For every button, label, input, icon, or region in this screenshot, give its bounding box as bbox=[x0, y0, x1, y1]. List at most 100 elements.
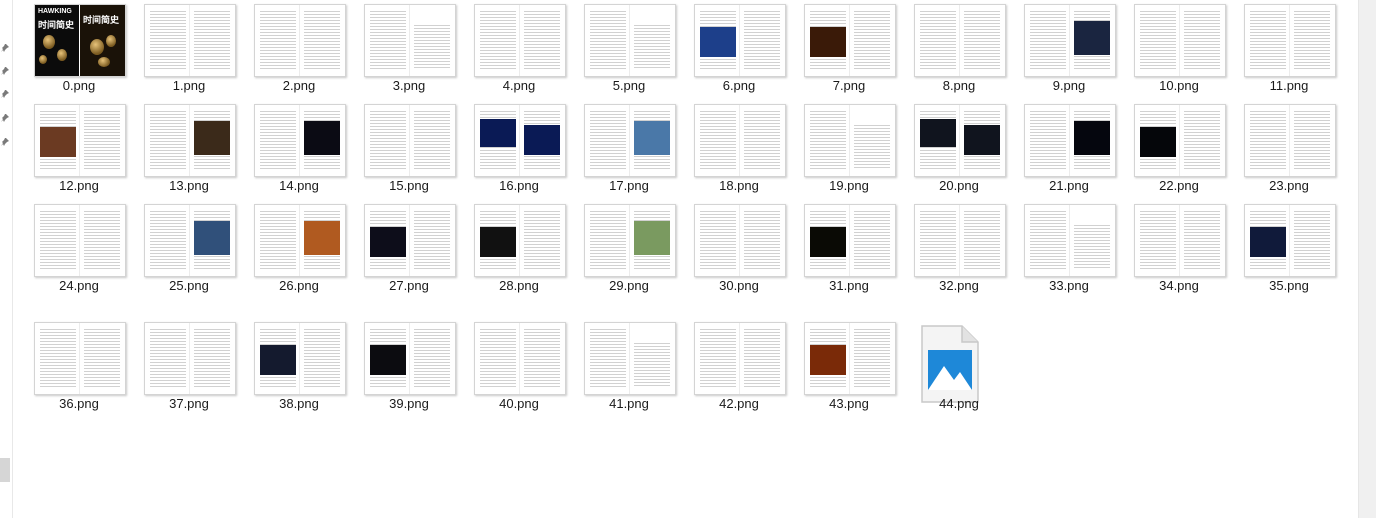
text-lines bbox=[590, 329, 626, 387]
file-item[interactable]: 5.png bbox=[562, 0, 676, 100]
file-item[interactable]: 1.png bbox=[122, 0, 236, 100]
file-item[interactable]: 43.png bbox=[782, 318, 896, 418]
left-page bbox=[260, 329, 296, 387]
file-item[interactable]: 32.png bbox=[892, 200, 1006, 300]
page-gutter bbox=[1069, 5, 1070, 76]
file-item[interactable]: 30.png bbox=[672, 200, 786, 300]
file-grid: HAWKING 时间简史 时间简史 0.png 1.png 2.png 3.png 4.png… bbox=[12, 0, 1359, 518]
file-thumbnail bbox=[34, 322, 126, 395]
file-thumbnail bbox=[254, 322, 346, 395]
file-item[interactable]: 17.png bbox=[562, 100, 676, 200]
text-lines bbox=[590, 111, 626, 169]
file-item[interactable]: 16.png bbox=[452, 100, 566, 200]
file-name-label: 1.png bbox=[172, 78, 206, 93]
file-item[interactable]: 25.png bbox=[122, 200, 236, 300]
text-lines bbox=[40, 329, 76, 387]
file-name-label: 36.png bbox=[59, 396, 99, 411]
file-name-label: 12.png bbox=[59, 178, 99, 193]
file-item[interactable]: 22.png bbox=[1112, 100, 1226, 200]
file-item[interactable]: 26.png bbox=[232, 200, 346, 300]
file-item[interactable]: 13.png bbox=[122, 100, 236, 200]
file-item[interactable]: 29.png bbox=[562, 200, 676, 300]
file-thumbnail bbox=[144, 204, 236, 277]
text-lines bbox=[524, 211, 560, 269]
file-item[interactable]: 42.png bbox=[672, 318, 786, 418]
file-item[interactable]: 4.png bbox=[452, 0, 566, 100]
file-item[interactable]: 23.png bbox=[1222, 100, 1336, 200]
file-item[interactable]: 9.png bbox=[1002, 0, 1116, 100]
page-gutter bbox=[79, 205, 80, 276]
text-lines bbox=[744, 211, 780, 269]
text-lines bbox=[964, 11, 1000, 69]
file-item[interactable]: 28.png bbox=[452, 200, 566, 300]
file-name-label: 32.png bbox=[939, 278, 979, 293]
text-lines bbox=[524, 329, 560, 387]
navigation-scrollbar-thumb[interactable] bbox=[0, 458, 10, 482]
text-lines bbox=[480, 329, 516, 387]
file-item[interactable]: 19.png bbox=[782, 100, 896, 200]
left-page bbox=[40, 211, 76, 269]
file-item[interactable]: 38.png bbox=[232, 318, 346, 418]
file-item[interactable]: 14.png bbox=[232, 100, 346, 200]
page-gutter bbox=[1289, 205, 1290, 276]
file-item[interactable]: 34.png bbox=[1112, 200, 1226, 300]
text-lines bbox=[150, 211, 186, 269]
text-lines bbox=[84, 329, 120, 387]
file-item[interactable]: 7.png bbox=[782, 0, 896, 100]
page-photo bbox=[1250, 227, 1286, 257]
left-page bbox=[920, 111, 956, 169]
cover-title: 时间简史 bbox=[38, 20, 75, 30]
text-lines bbox=[744, 11, 780, 69]
right-page bbox=[304, 211, 340, 269]
page-photo bbox=[40, 127, 76, 157]
file-item[interactable]: 27.png bbox=[342, 200, 456, 300]
right-page bbox=[634, 111, 670, 169]
file-item[interactable]: 21.png bbox=[1002, 100, 1116, 200]
file-item[interactable]: HAWKING 时间简史 时间简史 0.png bbox=[12, 0, 126, 100]
text-lines bbox=[744, 329, 780, 387]
cover-left-page: HAWKING 时间简史 bbox=[35, 5, 79, 76]
file-item[interactable]: 2.png bbox=[232, 0, 346, 100]
file-item[interactable]: 41.png bbox=[562, 318, 676, 418]
right-page bbox=[84, 211, 120, 269]
left-page bbox=[480, 111, 516, 169]
file-item[interactable]: 31.png bbox=[782, 200, 896, 300]
file-item[interactable]: 6.png bbox=[672, 0, 786, 100]
file-item[interactable]: 8.png bbox=[892, 0, 1006, 100]
file-thumbnail bbox=[804, 204, 896, 277]
file-item[interactable]: 35.png bbox=[1222, 200, 1336, 300]
file-item[interactable]: 36.png bbox=[12, 318, 126, 418]
file-item[interactable]: 44.png bbox=[892, 318, 1000, 418]
left-page bbox=[700, 329, 736, 387]
file-item[interactable]: 15.png bbox=[342, 100, 456, 200]
text-lines bbox=[634, 25, 670, 69]
text-lines bbox=[414, 111, 450, 169]
file-item[interactable]: 37.png bbox=[122, 318, 236, 418]
file-item[interactable]: 3.png bbox=[342, 0, 456, 100]
left-page bbox=[700, 211, 736, 269]
right-page bbox=[414, 211, 450, 269]
page-gutter bbox=[739, 205, 740, 276]
right-page bbox=[634, 11, 670, 69]
file-name-label: 24.png bbox=[59, 278, 99, 293]
file-item[interactable]: 11.png bbox=[1222, 0, 1336, 100]
right-page bbox=[194, 111, 230, 169]
file-item[interactable]: 40.png bbox=[452, 318, 566, 418]
file-thumbnail bbox=[914, 4, 1006, 77]
file-item[interactable]: 20.png bbox=[892, 100, 1006, 200]
file-item[interactable]: 10.png bbox=[1112, 0, 1226, 100]
text-lines bbox=[1140, 211, 1176, 269]
right-page bbox=[414, 111, 450, 169]
file-item[interactable]: 33.png bbox=[1002, 200, 1116, 300]
left-page bbox=[1140, 11, 1176, 69]
file-thumbnail bbox=[364, 104, 456, 177]
file-item[interactable]: 24.png bbox=[12, 200, 126, 300]
right-page bbox=[524, 211, 560, 269]
file-thumbnail bbox=[694, 4, 786, 77]
file-item[interactable]: 18.png bbox=[672, 100, 786, 200]
vertical-scrollbar[interactable] bbox=[1358, 0, 1376, 518]
file-item[interactable]: 39.png bbox=[342, 318, 456, 418]
file-item[interactable]: 12.png bbox=[12, 100, 126, 200]
left-page bbox=[1250, 111, 1286, 169]
right-page bbox=[854, 111, 890, 169]
